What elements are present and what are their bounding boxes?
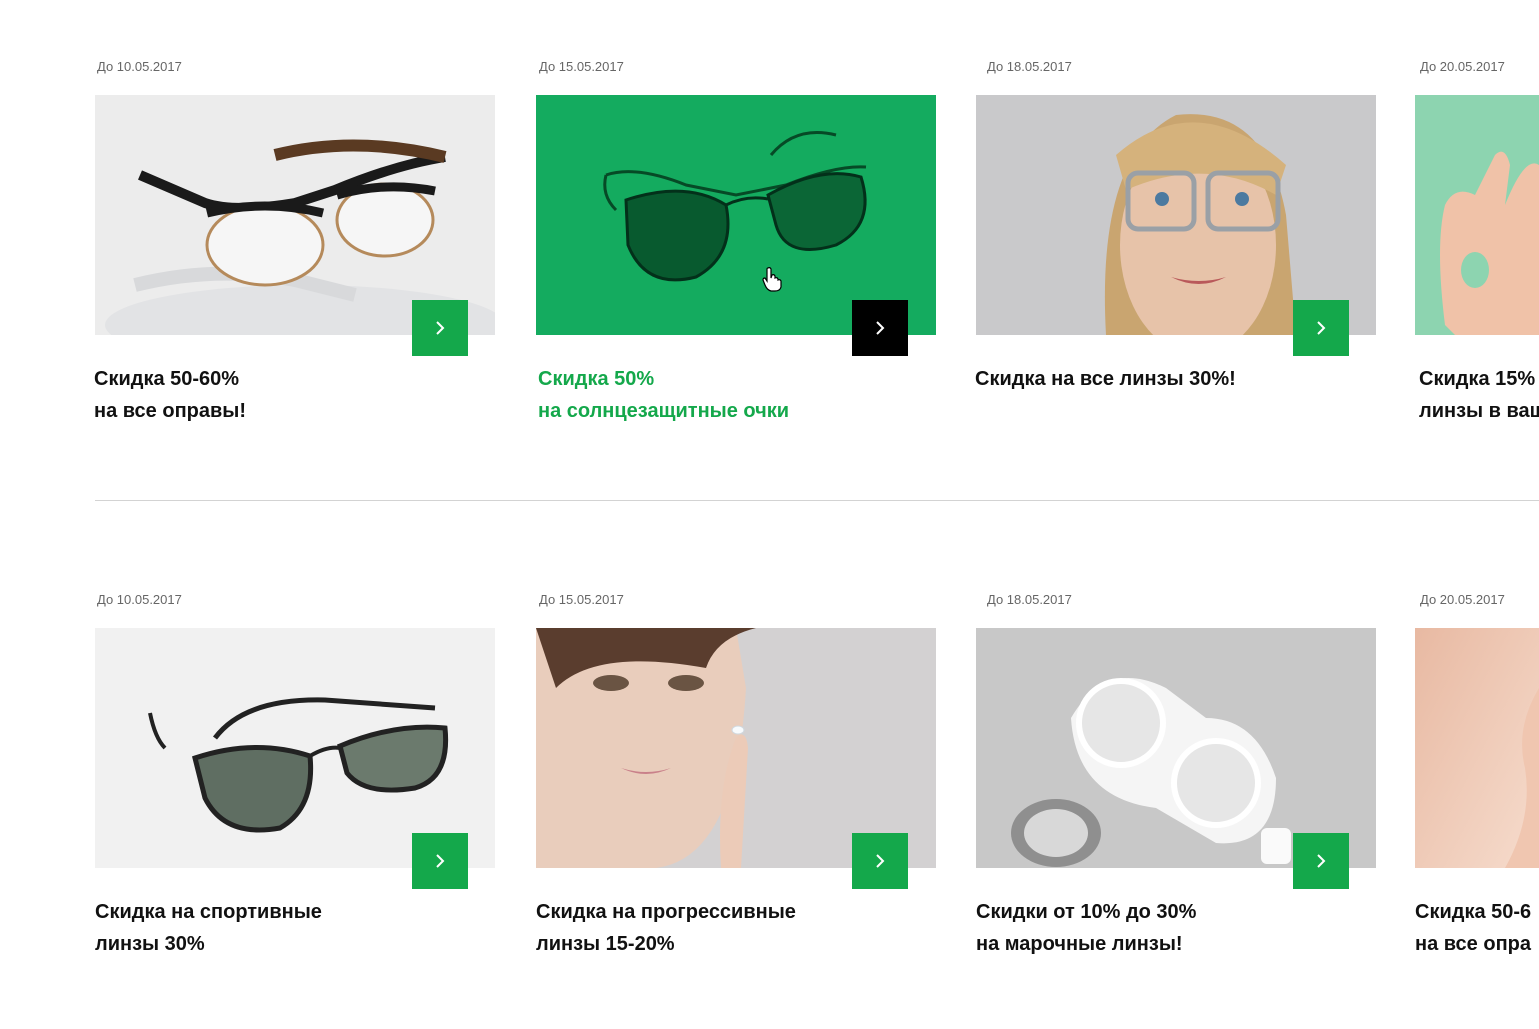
chevron-right-icon — [436, 854, 445, 868]
promo-title[interactable]: Скидки от 10% до 30% на марочные линзы! — [976, 896, 1196, 960]
row-divider — [95, 500, 1539, 501]
promo-row-2: До 10.05.2017 Скидка на спортивные линзы… — [0, 533, 1539, 955]
promo-arrow-button[interactable] — [852, 300, 908, 356]
promo-date: До 18.05.2017 — [987, 592, 1072, 607]
promo-title-line2: линзы в ваш — [1419, 400, 1539, 422]
promo-date: До 10.05.2017 — [97, 592, 182, 607]
promo-title-line1: Скидка 50% — [538, 368, 655, 390]
promo-arrow-button[interactable] — [1293, 833, 1349, 889]
promo-title-line2: линзы 15-20% — [536, 933, 675, 955]
promo-image-eyeglasses[interactable] — [95, 95, 495, 335]
promo-arrow-button[interactable] — [412, 833, 468, 889]
promo-title[interactable]: Скидка 50% на солнцезащитные очки — [538, 363, 789, 427]
promo-image-woman-glasses[interactable] — [976, 95, 1376, 335]
promo-title-line2: линзы 30% — [95, 933, 205, 955]
promo-title-line1: Скидка 50-60% — [94, 368, 240, 390]
promo-image-aviators[interactable] — [536, 95, 936, 335]
chevron-right-icon — [876, 321, 885, 335]
promo-date: До 15.05.2017 — [539, 59, 624, 74]
promo-title[interactable]: Скидка 15% линзы в ваш — [1419, 363, 1539, 427]
promo-title-line1: Скидки от 10% до 30% — [976, 901, 1197, 923]
promo-title[interactable]: Скидка на спортивные линзы 30% — [95, 896, 322, 960]
promo-date: До 15.05.2017 — [539, 592, 624, 607]
promo-title[interactable]: Скидка на все линзы 30%! — [975, 363, 1236, 395]
promo-title[interactable]: Скидка 50-6 на все опра — [1415, 896, 1531, 960]
promo-title-line1: Скидка 50-6 — [1415, 901, 1532, 923]
promo-image-lens-case[interactable] — [976, 628, 1376, 868]
promo-title-line2: на марочные линзы! — [976, 933, 1183, 955]
promo-image-skin[interactable] — [1415, 628, 1539, 868]
promo-title-line1: Скидка на прогрессивные — [536, 901, 796, 923]
chevron-right-icon — [1317, 321, 1326, 335]
promo-image-hand[interactable] — [1415, 95, 1539, 335]
promo-title-line1: Скидка 15% — [1419, 368, 1536, 390]
promo-title-line2: на все опра — [1415, 933, 1531, 955]
chevron-right-icon — [876, 854, 885, 868]
promo-date: До 10.05.2017 — [97, 59, 182, 74]
promo-title[interactable]: Скидка на прогрессивные линзы 15-20% — [536, 896, 796, 960]
hand-pointer-icon — [762, 267, 782, 292]
promo-title-line2: на все оправы! — [94, 400, 247, 422]
promo-title[interactable]: Скидка 50-60% на все оправы! — [94, 363, 246, 427]
promo-row-1: До 10.05.2017 Скидка 50-60% на все оправ… — [0, 0, 1539, 422]
promo-title-line1: Скидка на все линзы 30%! — [975, 368, 1236, 390]
promo-title-line2: на солнцезащитные очки — [538, 400, 790, 422]
promo-title-line1: Скидка на спортивные — [95, 901, 322, 923]
promo-image-sport-sunglasses[interactable] — [95, 628, 495, 868]
promo-arrow-button[interactable] — [852, 833, 908, 889]
promo-image-woman-lens[interactable] — [536, 628, 936, 868]
promo-date: До 20.05.2017 — [1420, 592, 1505, 607]
promo-date: До 18.05.2017 — [987, 59, 1072, 74]
promo-arrow-button[interactable] — [412, 300, 468, 356]
chevron-right-icon — [1317, 854, 1326, 868]
promo-arrow-button[interactable] — [1293, 300, 1349, 356]
chevron-right-icon — [436, 321, 445, 335]
promo-date: До 20.05.2017 — [1420, 59, 1505, 74]
